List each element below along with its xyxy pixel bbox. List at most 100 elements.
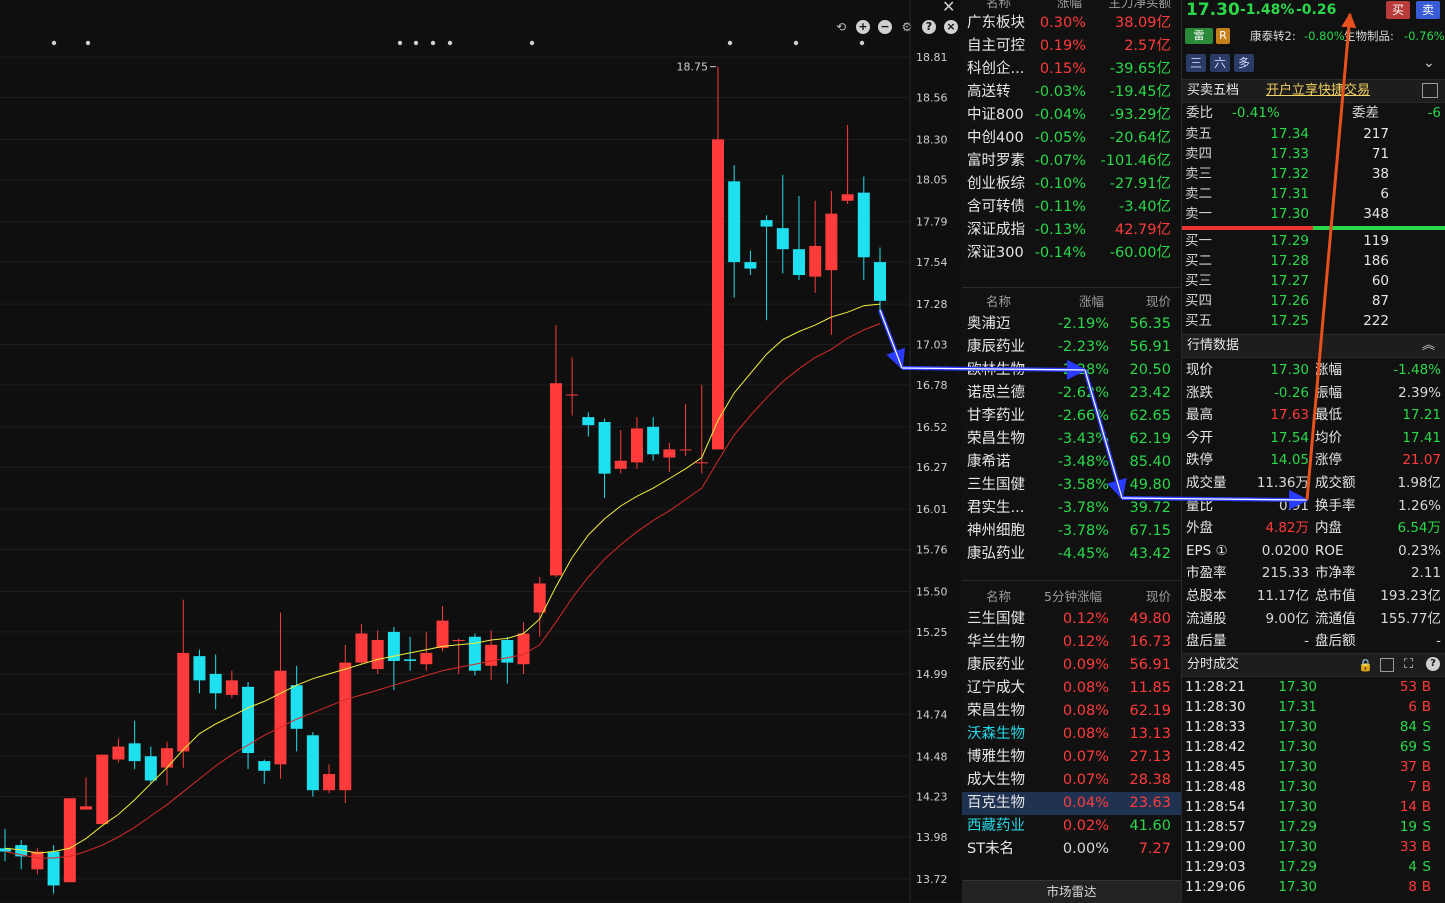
col-header-change[interactable]: 涨幅 (1079, 290, 1104, 313)
candle-body (468, 636, 481, 671)
peer-stock-row[interactable]: 欧林生物 -2.28% 20.50 (962, 359, 1181, 382)
tab-multi[interactable]: 多 (1234, 54, 1254, 72)
fivemin-stock-row[interactable]: 西藏药业 0.02% 41.60 (962, 815, 1181, 838)
col-header-price[interactable]: 现价 (1146, 585, 1171, 608)
fivemin-stock-row[interactable]: ST未名 0.00% 7.27 (962, 838, 1181, 861)
expand-icon[interactable]: ⛶ (1404, 654, 1413, 676)
collapse-icon[interactable]: ︽ (1422, 335, 1435, 357)
asks-row[interactable]: 卖三 17.32 38 (1182, 164, 1445, 184)
asks-row[interactable]: 卖二 17.31 6 (1182, 184, 1445, 204)
asks-label: 卖三 (1185, 166, 1212, 182)
bids-row[interactable]: 买四 17.26 87 (1182, 291, 1445, 311)
chevron-down-icon[interactable]: ⌄ (1423, 53, 1435, 73)
sector-row[interactable]: 富时罗素 -0.07% -101.46亿 (962, 150, 1181, 173)
sector-row[interactable]: 含可转债 -0.11% -3.40亿 (962, 196, 1181, 219)
buy-button[interactable]: 买 (1386, 1, 1410, 19)
related-sector-label[interactable]: 生物制品: (1344, 26, 1394, 46)
fivemin-stock-row[interactable]: 荣昌生物 0.08% 62.19 (962, 700, 1181, 723)
related-bond-label[interactable]: 康泰转2: (1250, 26, 1296, 46)
rating-badge[interactable]: R (1216, 28, 1230, 44)
tick-volume: 69 (1399, 739, 1417, 755)
related-sector-change: -0.76% (1404, 29, 1445, 43)
thunder-badge[interactable]: 雷 (1185, 28, 1213, 44)
sector-net-buy: 2.57亿 (1124, 38, 1171, 54)
col-header-name[interactable]: 名称 (986, 585, 1011, 608)
stock-change: -2.23% (1057, 339, 1109, 355)
asks-row[interactable]: 卖一 17.30 348 (1182, 204, 1445, 224)
calculator-icon[interactable] (1422, 83, 1438, 98)
bids-row[interactable]: 买一 17.29 119 (1182, 231, 1445, 251)
asks-row[interactable]: 卖四 17.33 71 (1182, 144, 1445, 164)
sector-row[interactable]: 创业板综 -0.10% -27.91亿 (962, 173, 1181, 196)
peer-stock-row[interactable]: 甘李药业 -2.66% 62.65 (962, 405, 1181, 428)
lock-icon[interactable]: 🔒 (1358, 654, 1373, 676)
sector-list: 名称 涨幅 主力净买额 广东板块 0.30% 38.09亿 自主可控 0.19% 2.57… (962, 0, 1181, 265)
stock-change: -3.48% (1057, 454, 1109, 470)
candle-body (711, 139, 724, 450)
sector-row[interactable]: 中创400 -0.05% -20.64亿 (962, 127, 1181, 150)
candle-body (144, 756, 157, 781)
sector-change: -0.11% (1034, 199, 1086, 215)
peer-stock-row[interactable]: 康希诺 -3.48% 85.40 (962, 451, 1181, 474)
col-header-name[interactable]: 名称 (986, 0, 1011, 12)
peer-stock-row[interactable]: 奥浦迈 -2.19% 56.35 (962, 313, 1181, 336)
col-header-net-buy[interactable]: 主力净买额 (1108, 0, 1171, 12)
col-header-5min-change[interactable]: 5分钟涨幅 (1044, 585, 1102, 608)
peer-stock-row[interactable]: 康辰药业 -2.23% 56.91 (962, 336, 1181, 359)
col-header-name[interactable]: 名称 (986, 290, 1011, 313)
candlestick-chart[interactable]: 18.81 18.56 18.30 18.05 17.79 17.54 17.28 17.03… (0, 0, 962, 902)
peer-stock-row[interactable]: 君实生... -3.78% 39.72 (962, 497, 1181, 520)
tab-six[interactable]: 六 (1210, 54, 1230, 72)
bids-row[interactable]: 买五 17.25 222 (1182, 311, 1445, 331)
sector-row[interactable]: 科创企... 0.15% -39.65亿 (962, 58, 1181, 81)
sector-row[interactable]: 深证300 -0.14% -60.00亿 (962, 242, 1181, 265)
stat-label: 换手率 (1315, 497, 1356, 514)
peer-stock-row[interactable]: 荣昌生物 -3.43% 62.19 (962, 428, 1181, 451)
sector-row[interactable]: 深证成指 -0.13% 42.79亿 (962, 219, 1181, 242)
bids-row[interactable]: 买二 17.28 186 (1182, 251, 1445, 271)
stat-label: 涨幅 (1315, 362, 1342, 378)
sector-row[interactable]: 中证800 -0.04% -93.29亿 (962, 104, 1181, 127)
col-header-price[interactable]: 现价 (1146, 290, 1171, 313)
bids-row[interactable]: 买三 17.27 60 (1182, 271, 1445, 291)
fivemin-stock-row[interactable]: 百克生物 0.04% 23.63 (962, 792, 1181, 815)
stock-name: 三生国健 (967, 611, 1025, 627)
stock-name: ST未名 (967, 841, 1015, 857)
tick-volume: 33 (1399, 839, 1417, 855)
candle-body (193, 656, 206, 681)
asks-volume: 6 (1380, 186, 1389, 202)
fivemin-stock-row[interactable]: 华兰生物 0.12% 16.73 (962, 631, 1181, 654)
tick-price: 17.30 (1278, 839, 1317, 855)
fivemin-stock-row[interactable]: 辽宁成大 0.08% 11.85 (962, 677, 1181, 700)
col-header-change[interactable]: 涨幅 (1057, 0, 1082, 12)
peer-stock-row[interactable]: 康弘药业 -4.45% 43.42 (962, 543, 1181, 566)
stock-price: 43.42 (1129, 546, 1171, 562)
sector-name: 高送转 (967, 84, 1011, 100)
stock-change: -2.28% (1057, 362, 1109, 378)
candle-body (112, 746, 125, 760)
asks-row[interactable]: 卖五 17.34 217 (1182, 124, 1445, 144)
peer-stock-row[interactable]: 诺思兰德 -2.62% 23.42 (962, 382, 1181, 405)
stat-value: - (1304, 633, 1309, 650)
peer-stock-row[interactable]: 三生国健 -3.58% 49.80 (962, 474, 1181, 497)
peer-stock-row[interactable]: 神州细胞 -3.78% 67.15 (962, 520, 1181, 543)
kline-chart-panel[interactable]: ✕ ⟲ + − ⚙ ? × 18.81 18.56 18.30 18.05 17.79 1… (0, 0, 963, 902)
tab-three[interactable]: 三 (1186, 54, 1206, 72)
fivemin-stock-row[interactable]: 康辰药业 0.09% 56.91 (962, 654, 1181, 677)
promo-link[interactable]: 开户立享快捷交易 (1266, 80, 1370, 102)
fivemin-stock-row[interactable]: 成大生物 0.07% 28.38 (962, 769, 1181, 792)
list-view-icon[interactable] (1380, 658, 1394, 672)
market-radar-button[interactable]: 市场雷达 (962, 880, 1181, 903)
tick-side: S (1422, 859, 1431, 875)
fivemin-stock-row[interactable]: 博雅生物 0.07% 27.13 (962, 746, 1181, 769)
fivemin-stock-row[interactable]: 三生国健 0.12% 49.80 (962, 608, 1181, 631)
related-row: 雷 R 康泰转2: -0.80% 生物制品: -0.76% (1182, 26, 1445, 46)
sector-row[interactable]: 高送转 -0.03% -19.45亿 (962, 81, 1181, 104)
fivemin-stock-row[interactable]: 沃森生物 0.08% 13.13 (962, 723, 1181, 746)
sector-row[interactable]: 自主可控 0.19% 2.57亿 (962, 35, 1181, 58)
sector-row[interactable]: 广东板块 0.30% 38.09亿 (962, 12, 1181, 35)
bids-volume: 87 (1371, 293, 1389, 309)
stat-value: -1.48% (1393, 362, 1441, 378)
help-icon[interactable]: ? (1426, 657, 1440, 671)
sell-button[interactable]: 卖 (1416, 1, 1440, 19)
